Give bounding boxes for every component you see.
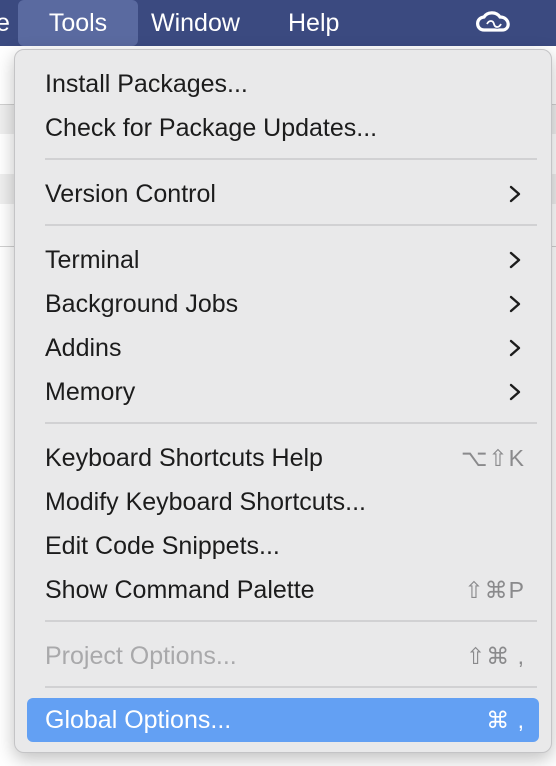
menu-item-addins[interactable]: Addins [27,328,539,368]
menu-item-modify-keyboard-shortcuts[interactable]: Modify Keyboard Shortcuts... [27,482,539,522]
menu-separator [45,620,537,622]
menu-item-label: Background Jobs [45,290,239,318]
menu-item-label: Keyboard Shortcuts Help [45,444,323,472]
chevron-right-icon [509,339,521,357]
menu-bar-item-window[interactable]: Window [151,0,240,46]
creative-cloud-icon[interactable] [472,8,514,38]
menu-item-keyboard-shortcuts-help[interactable]: Keyboard Shortcuts Help ⌥⇧K [27,438,539,478]
menu-item-version-control[interactable]: Version Control [27,174,539,214]
chevron-right-icon [509,383,521,401]
menu-bar-item-tools[interactable]: Tools [18,0,138,46]
chevron-right-icon [509,185,521,203]
menu-item-label: Addins [45,334,122,362]
tools-menu: Install Packages... Check for Package Up… [14,49,552,753]
menu-item-label: Show Command Palette [45,576,315,604]
menu-item-label: Global Options... [45,706,232,734]
menu-separator [45,422,537,424]
menu-item-project-options: Project Options... ⇧⌘ , [27,636,539,676]
keyboard-shortcut: ⇧⌘ , [465,643,525,669]
menu-separator [45,224,537,226]
menu-item-label: Memory [45,378,136,406]
menu-bar-item-help[interactable]: Help [288,0,339,46]
menu-item-label: Terminal [45,246,140,274]
menu-item-edit-code-snippets[interactable]: Edit Code Snippets... [27,526,539,566]
menu-item-label: Version Control [45,180,216,208]
chevron-right-icon [509,295,521,313]
keyboard-shortcut: ⌘ , [486,707,525,733]
keyboard-shortcut: ⌥⇧K [460,445,525,471]
menu-item-label: Project Options... [45,642,237,670]
menu-bar: e Tools Window Help [0,0,556,46]
menu-item-check-package-updates[interactable]: Check for Package Updates... [27,108,539,148]
menu-item-label: Install Packages... [45,70,248,98]
chevron-right-icon [509,251,521,269]
menu-item-global-options[interactable]: Global Options... ⌘ , [27,698,539,742]
menu-bar-item-partial[interactable]: e [0,0,10,46]
menu-item-install-packages[interactable]: Install Packages... [27,64,539,104]
menu-item-label: Check for Package Updates... [45,114,378,142]
menu-separator [45,686,537,688]
menu-separator [45,158,537,160]
menu-item-show-command-palette[interactable]: Show Command Palette ⇧⌘P [27,570,539,610]
menu-item-label: Edit Code Snippets... [45,532,280,560]
keyboard-shortcut: ⇧⌘P [464,577,525,603]
menu-item-label: Modify Keyboard Shortcuts... [45,488,366,516]
menu-item-terminal[interactable]: Terminal [27,240,539,280]
menu-item-background-jobs[interactable]: Background Jobs [27,284,539,324]
menu-item-memory[interactable]: Memory [27,372,539,412]
